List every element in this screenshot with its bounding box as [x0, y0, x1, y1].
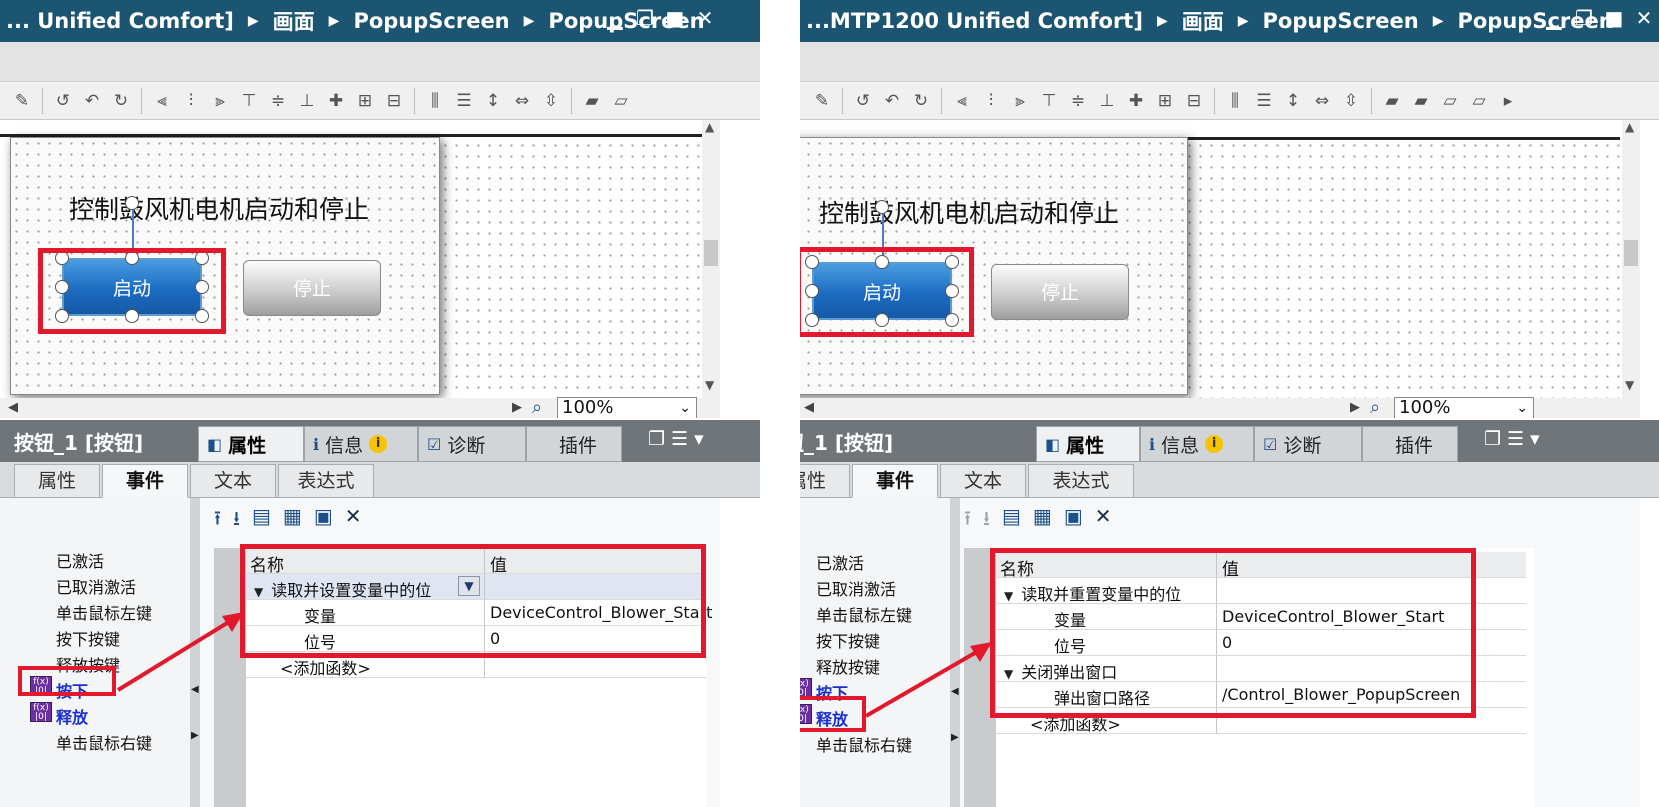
left-editor-panel: ... Unified Comfort] ▶ 画面 ▶ PopupScreen …	[0, 0, 760, 807]
right-editor-panel: ...MTP1200 Unified Comfort] ▶ 画面 ▶ Popup…	[800, 0, 1659, 807]
annotation-arrow	[116, 612, 244, 692]
annotation-arrow	[864, 642, 992, 718]
